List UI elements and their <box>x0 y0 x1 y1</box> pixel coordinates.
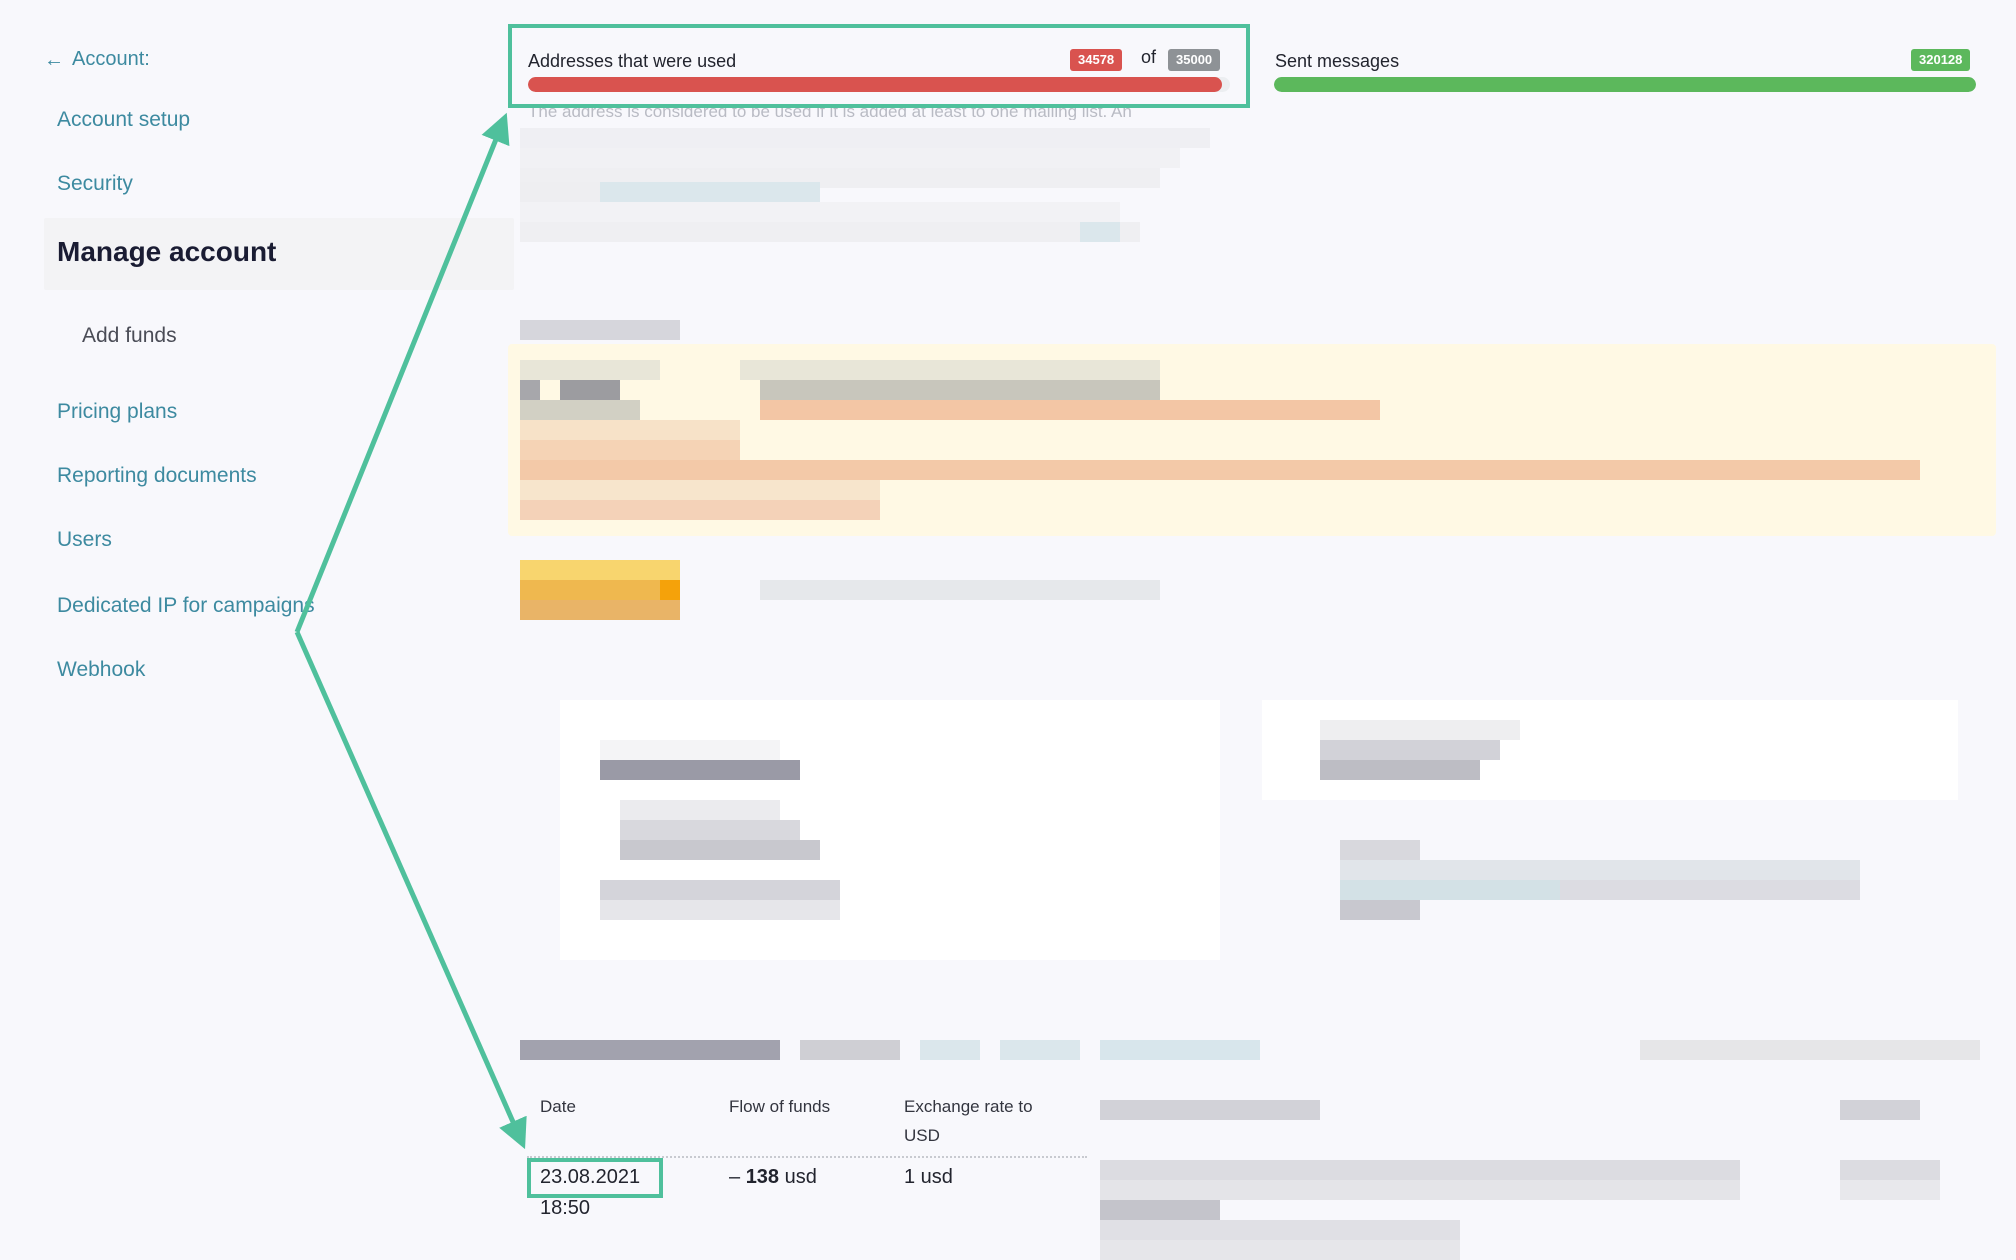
redacted-block <box>620 820 800 840</box>
redacted-block <box>660 580 680 600</box>
sidebar-item-users[interactable]: Users <box>57 528 112 552</box>
row-time: 18:50 <box>540 1197 591 1219</box>
redacted-block <box>1100 1160 1740 1180</box>
redacted-block <box>800 1040 900 1060</box>
redacted-block <box>1000 1040 1080 1060</box>
redacted-block <box>520 148 1180 168</box>
arrow-to-date <box>294 630 527 1150</box>
redacted-block <box>1640 1040 1980 1060</box>
redacted-block <box>1320 760 1480 780</box>
redacted-block <box>520 128 1210 148</box>
redacted-block <box>1340 860 1860 880</box>
sidebar-item-pricing-plans[interactable]: Pricing plans <box>57 400 177 424</box>
redacted-block <box>600 900 840 920</box>
redacted-block <box>520 400 640 420</box>
sidebar-item-account-setup[interactable]: Account setup <box>57 108 190 132</box>
redacted-block <box>560 380 620 400</box>
sidebar-item-manage-account[interactable]: Manage account <box>57 236 276 268</box>
redacted-block <box>1320 740 1500 760</box>
redacted-block <box>760 400 1380 420</box>
redacted-block <box>520 460 1920 480</box>
sidebar-item-webhook[interactable]: Webhook <box>57 658 145 682</box>
redacted-block <box>1100 1180 1740 1200</box>
sidebar-item-dedicated-ip[interactable]: Dedicated IP for campaigns <box>57 594 315 618</box>
redacted-block <box>520 420 740 440</box>
redacted-block <box>520 202 1120 222</box>
redacted-block <box>520 1040 780 1060</box>
redacted-block <box>1100 1220 1460 1240</box>
redacted-block <box>520 560 680 580</box>
redacted-block <box>520 500 880 520</box>
redacted-block <box>1560 880 1860 900</box>
redacted-block <box>520 360 660 380</box>
sent-messages-label: Sent messages <box>1275 51 1400 71</box>
redacted-block <box>520 222 1140 242</box>
redacted-block <box>1100 1100 1320 1120</box>
redacted-block <box>1840 1160 1940 1180</box>
redacted-block <box>1080 222 1120 242</box>
column-header-exchange-rate: Exchange rate to USD <box>904 1097 1033 1145</box>
row-flow-of-funds: – 138 usd <box>729 1166 817 1189</box>
redacted-block <box>1100 1240 1460 1260</box>
redacted-block <box>520 440 740 460</box>
redacted-block <box>620 840 820 860</box>
redacted-block <box>920 1040 980 1060</box>
redacted-block <box>1840 1180 1940 1200</box>
arrow-left-icon: ← <box>44 48 64 71</box>
column-header-date: Date <box>540 1097 576 1116</box>
flow-amount: 138 <box>745 1166 780 1188</box>
redacted-block <box>1100 1200 1220 1220</box>
highlight-box-date <box>527 1158 663 1198</box>
redacted-block <box>600 760 800 780</box>
sidebar-subitem-add-funds[interactable]: Add funds <box>82 324 177 348</box>
redacted-block <box>520 580 680 600</box>
flow-unit: usd <box>784 1166 817 1188</box>
sent-messages-count-badge: 320128 <box>1911 49 1971 71</box>
sent-messages-progress-bar <box>1274 77 1976 92</box>
redacted-block <box>1100 1040 1260 1060</box>
arrow-to-addresses <box>294 112 510 633</box>
redacted-block <box>600 182 820 202</box>
back-to-account-link[interactable]: ← Account: <box>44 48 150 71</box>
redacted-block <box>600 740 780 760</box>
redacted-block <box>1840 1100 1920 1120</box>
redacted-block <box>520 480 880 500</box>
redacted-block <box>520 182 600 202</box>
redacted-block <box>1340 840 1420 860</box>
flow-sign: – <box>729 1166 741 1188</box>
annotation-arrows <box>294 112 527 1150</box>
back-link-label: Account: <box>72 48 150 70</box>
sidebar-item-reporting-documents[interactable]: Reporting documents <box>57 464 257 488</box>
redacted-block <box>520 600 680 620</box>
redacted-block <box>1340 880 1560 900</box>
column-header-flow-of-funds: Flow of funds <box>729 1097 831 1116</box>
redacted-block <box>740 360 1160 380</box>
row-exchange-rate: 1 usd <box>904 1166 953 1188</box>
redacted-block <box>520 320 680 340</box>
sidebar-item-security[interactable]: Security <box>57 172 133 196</box>
redacted-block <box>760 380 1160 400</box>
redacted-block <box>520 380 540 400</box>
sent-messages-progress-fill <box>1274 77 1976 92</box>
redacted-block <box>1340 900 1420 920</box>
highlight-box-addresses <box>508 24 1250 108</box>
redacted-block <box>620 800 780 820</box>
redacted-block <box>600 880 840 900</box>
redacted-block <box>760 580 1160 600</box>
redacted-block <box>1320 720 1520 740</box>
